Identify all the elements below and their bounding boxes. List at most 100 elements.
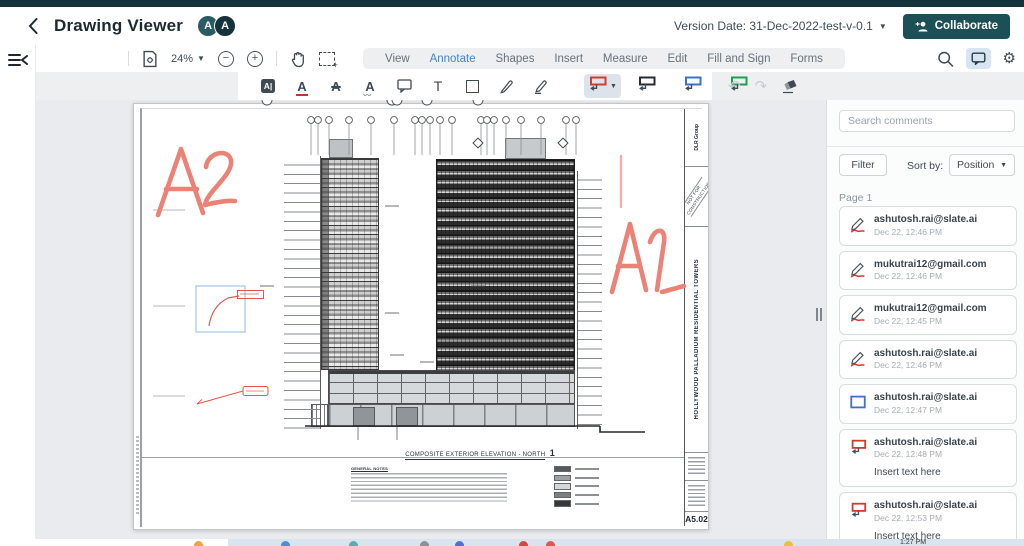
- comment-card[interactable]: ashutosh.rai@slate.ai Dec 22, 12:46 PM: [839, 339, 1017, 380]
- callout-red-annotation-icon: [849, 501, 867, 519]
- version-date-label: Version Date: 31-Dec-2022-test-v-0.1: [674, 19, 873, 33]
- callout-annotation-1[interactable]: [208, 290, 264, 327]
- taskbar-icon[interactable]: [519, 541, 528, 546]
- callout-annotation-2[interactable]: [196, 386, 269, 405]
- toolbar-separator: [128, 51, 129, 66]
- taskbar-icon[interactable]: [784, 541, 793, 546]
- squiggly-underline-tool[interactable]: A: [362, 76, 378, 102]
- taskbar-icon[interactable]: [420, 541, 429, 546]
- tab-insert[interactable]: Insert: [554, 53, 583, 65]
- callout-red-icon: [588, 76, 607, 96]
- zoom-in-button[interactable]: +: [246, 50, 263, 67]
- add-user-icon: [915, 21, 928, 31]
- comment-card[interactable]: ashutosh.rai@slate.ai Dec 22, 12:47 PM: [839, 384, 1017, 424]
- free-text-tool[interactable]: T: [430, 76, 446, 96]
- comment-list: ashutosh.rai@slate.ai Dec 22, 12:46 PM m…: [839, 206, 1017, 546]
- sort-by-label: Sort by:: [907, 160, 944, 172]
- back-icon[interactable]: [26, 18, 40, 34]
- avatar[interactable]: A: [214, 15, 237, 37]
- callout-red-tool[interactable]: ▼: [584, 74, 621, 98]
- callout-red-annotation-icon: [849, 438, 867, 456]
- taskbar-clock: 1:27 PM: [900, 539, 927, 546]
- rectangle-tool[interactable]: [464, 76, 480, 96]
- comment-card[interactable]: ashutosh.rai@slate.ai Dec 22, 12:46 PM: [839, 206, 1017, 246]
- page-group-label: Page 1: [839, 192, 873, 204]
- comment-timestamp: Dec 22, 12:46 PM: [874, 226, 943, 237]
- undo-icon[interactable]: ↶: [728, 77, 741, 95]
- taskbar-icon[interactable]: [281, 541, 290, 546]
- zoom-level-dropdown[interactable]: 24% ▼: [171, 53, 205, 65]
- history-controls: ↶ ↷: [728, 72, 798, 100]
- comment-timestamp: Dec 22, 12:45 PM: [874, 315, 943, 326]
- eraser-icon[interactable]: [781, 79, 798, 94]
- sort-select[interactable]: Position ▼: [949, 154, 1015, 176]
- annotation-overlay[interactable]: [35, 100, 826, 539]
- panel-divider: [827, 146, 1024, 147]
- ink-pen-tool[interactable]: [498, 76, 514, 96]
- collaborator-avatars[interactable]: AA: [197, 15, 237, 37]
- taskbar-icon[interactable]: [194, 541, 203, 546]
- page-title: Drawing Viewer: [54, 16, 184, 35]
- chevron-down-icon: ▼: [197, 54, 205, 63]
- chat-bubble-icon: [971, 52, 986, 65]
- sticky-note-tool[interactable]: [396, 76, 412, 96]
- toolbar-separator: [275, 51, 277, 66]
- comment-card[interactable]: mukutrai12@gmail.com Dec 22, 12:45 PM: [839, 295, 1017, 335]
- page-settings-icon[interactable]: [142, 49, 158, 69]
- version-date-dropdown[interactable]: Version Date: 31-Dec-2022-test-v-0.1 ▼: [674, 19, 887, 33]
- text-select-tool[interactable]: A|: [260, 76, 276, 96]
- comment-author: ashutosh.rai@slate.ai: [874, 214, 978, 225]
- comment-card[interactable]: ashutosh.rai@slate.ai Dec 22, 12:53 PM I…: [839, 492, 1017, 546]
- highlighter-icon: [534, 79, 547, 94]
- ink-annotation-A1[interactable]: [609, 221, 687, 295]
- sidebar-collapse-icon[interactable]: [8, 53, 28, 67]
- tab-edit[interactable]: Edit: [668, 53, 688, 65]
- comments-panel-toggle[interactable]: [965, 48, 991, 69]
- ink-red-annotation-icon: [849, 215, 867, 233]
- redo-icon[interactable]: ↷: [755, 77, 768, 95]
- comment-author: ashutosh.rai@slate.ai: [874, 392, 978, 404]
- ink-annotation-A2[interactable]: [155, 146, 238, 218]
- settings-gear-icon[interactable]: ⚙: [1003, 51, 1016, 66]
- collaborate-button[interactable]: Collaborate: [902, 13, 1010, 39]
- taskbar-icon[interactable]: [546, 541, 555, 546]
- tab-fill-and-sign[interactable]: Fill and Sign: [707, 53, 770, 65]
- taskbar-icon[interactable]: [455, 541, 464, 546]
- header: Drawing Viewer AA Version Date: 31-Dec-2…: [0, 7, 1024, 45]
- panel-resize-handle[interactable]: [814, 306, 823, 322]
- rect-blue-annotation-icon: [849, 393, 867, 411]
- comment-author: ashutosh.rai@slate.ai: [874, 436, 978, 448]
- underline-tool[interactable]: A: [294, 76, 310, 96]
- comment-timestamp: Dec 22, 12:48 PM: [874, 449, 943, 460]
- callout-black-tool[interactable]: [639, 76, 656, 96]
- taskbar-sliver: 1:27 PM: [0, 539, 1024, 546]
- filter-button[interactable]: Filter: [839, 154, 887, 176]
- comment-author: mukutrai12@gmail.com: [874, 258, 987, 270]
- zoom-out-button[interactable]: −: [217, 50, 234, 67]
- main-toolbar: 24% ▼ − + + View Annotate Shapes Insert Meas…: [0, 45, 1024, 73]
- tab-measure[interactable]: Measure: [603, 53, 648, 65]
- taskbar-icon[interactable]: [349, 541, 358, 546]
- comment-author: ashutosh.rai@slate.ai: [874, 500, 978, 512]
- zoom-level-value: 24%: [171, 52, 194, 65]
- pan-hand-icon[interactable]: [290, 49, 306, 69]
- comment-card[interactable]: ashutosh.rai@slate.ai Dec 22, 12:48 PM I…: [839, 428, 1017, 488]
- ink-highlighter-tool[interactable]: [532, 76, 548, 96]
- comments-panel: Filter Sort by: Position ▼ Page 1 ashuto…: [826, 100, 1024, 546]
- tab-shapes[interactable]: Shapes: [495, 53, 534, 65]
- comment-card[interactable]: mukutrai12@gmail.com Dec 22, 12:46 PM: [839, 250, 1017, 291]
- callout-blue-tool[interactable]: [685, 76, 702, 96]
- collapsed-sidebar: [0, 45, 36, 539]
- ink-red-annotation-icon: [849, 304, 867, 322]
- search-icon[interactable]: [937, 49, 954, 69]
- comment-timestamp: Dec 22, 12:53 PM: [874, 512, 943, 523]
- strikethrough-tool[interactable]: A: [328, 76, 344, 96]
- comment-author: ashutosh.rai@slate.ai: [874, 347, 978, 359]
- ink-red-annotation-icon: [849, 349, 867, 367]
- drawing-canvas[interactable]: DLR Group NOT FOR CONSTRUCTION HOLLYWOOD…: [35, 100, 826, 539]
- marquee-select-icon[interactable]: +: [318, 51, 338, 70]
- tab-forms[interactable]: Forms: [790, 53, 823, 65]
- search-comments-input[interactable]: [839, 110, 1015, 132]
- tab-view[interactable]: View: [385, 53, 410, 65]
- tab-annotate[interactable]: Annotate: [430, 53, 476, 65]
